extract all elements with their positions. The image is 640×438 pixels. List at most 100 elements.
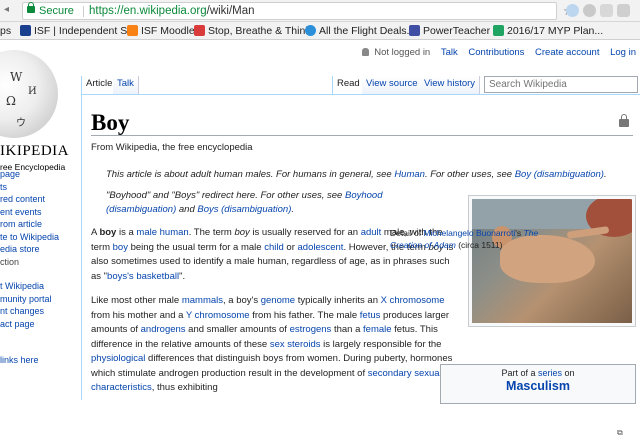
inline-link[interactable]: child [264, 242, 284, 253]
inline-link[interactable]: physiological [91, 353, 145, 364]
bookmark-item[interactable]: ps [0, 25, 11, 37]
bookmark-item[interactable]: PowerTeacher [409, 25, 490, 37]
site-subtitle: From Wikipedia, the free encyclopedia [91, 142, 253, 153]
series-link[interactable]: series [538, 368, 562, 378]
inline-link[interactable]: female [363, 324, 392, 335]
infobox-image: ⧉ [468, 195, 636, 437]
inline-link[interactable]: androgens [141, 324, 186, 335]
text-run: or [283, 241, 298, 253]
bold-term: boy [99, 227, 117, 238]
contributions-link[interactable]: Contributions [468, 47, 524, 58]
lock-icon [27, 2, 35, 13]
sidebar-item-contact-page[interactable]: act page [0, 319, 35, 329]
inline-link[interactable]: Y chromosome [186, 310, 250, 321]
hatnote-link[interactable]: Boys (disambiguation) [197, 204, 291, 215]
masculism-link[interactable]: Masculism [506, 379, 570, 393]
inline-link[interactable]: mammals [182, 295, 223, 306]
bookmarks-bar: ps ISF | Independent S... ISF Moodle Sto… [0, 22, 640, 40]
inline-link[interactable]: fetus [360, 310, 381, 321]
text-run: and smaller amounts of [185, 324, 290, 335]
inline-link[interactable]: human [160, 227, 189, 238]
tab-view-source[interactable]: View source [362, 76, 423, 94]
hatnote-link[interactable]: Boy (disambiguation) [515, 169, 604, 180]
inline-link[interactable]: sex steroids [270, 339, 321, 350]
sidebar-heading-interaction: ction [0, 256, 20, 267]
log-in-link[interactable]: Log in [610, 47, 636, 58]
url-text[interactable]: https://en.wikipedia.org/wiki/Man [89, 5, 255, 17]
text-run: than a [331, 324, 364, 335]
sidebar-item-donate[interactable]: te to Wikipedia [0, 232, 59, 242]
protection-lock-icon[interactable] [619, 114, 629, 127]
text-run: is usually reserved for an [249, 227, 361, 238]
inline-link[interactable]: boys's basketball [107, 271, 179, 282]
omnibox[interactable]: Secure https://en.wikipedia.org/wiki/Man… [22, 2, 574, 20]
page-title: Boy [91, 110, 130, 135]
enlarge-icon[interactable]: ⧉ [617, 428, 623, 438]
hatnote-link[interactable]: Human [394, 169, 425, 180]
hatnote-1: This article is about adult human males.… [106, 169, 607, 180]
inline-link[interactable]: boy [113, 242, 128, 253]
flight-icon [305, 25, 316, 36]
inline-link[interactable]: X chromosome [381, 295, 445, 306]
sidebar-item-what-links-here[interactable]: links here [0, 355, 39, 365]
tab-talk[interactable]: Talk [113, 76, 139, 94]
body-paragraph: Like most other male mammals, a boy's ge… [91, 294, 456, 396]
sheets-icon [493, 25, 504, 36]
sidebar-item-recent-changes[interactable]: nt changes [0, 306, 44, 316]
article-content: Boy From Wikipedia, the free encyclopedi… [81, 94, 640, 437]
menu-extension-icon[interactable] [617, 4, 630, 17]
url-path: /wiki/Man [206, 5, 255, 17]
tab-article[interactable]: Article [81, 76, 118, 94]
user-icon [361, 48, 369, 56]
creation-of-adam-painting[interactable] [472, 199, 632, 323]
title-divider [91, 135, 633, 136]
create-account-link[interactable]: Create account [535, 47, 599, 58]
tab-read[interactable]: Read [332, 76, 365, 94]
inline-link[interactable]: genome [261, 295, 295, 306]
secure-label: Secure [39, 5, 74, 17]
skype-extension-icon[interactable] [566, 4, 579, 17]
text-run: from his mother and a [91, 309, 186, 321]
school-icon [20, 25, 31, 36]
translate-extension-icon[interactable] [600, 4, 613, 17]
sidebar-navigation: page ts red content ent events rom artic… [0, 168, 80, 367]
inline-link[interactable]: adolescent [298, 242, 344, 253]
caption-link[interactable]: Michelangelo Buonarroti [424, 228, 516, 238]
meditation-icon [194, 25, 205, 36]
bookmark-item[interactable]: ISF Moodle [127, 25, 195, 37]
omnibox-separator [83, 6, 84, 17]
sidebar-item-current-events[interactable]: ent events [0, 207, 42, 217]
text-run: , a boy's [223, 295, 261, 306]
talk-link[interactable]: Talk [441, 47, 458, 58]
back-icon[interactable]: ◂ [4, 4, 9, 15]
circle-extension-icon[interactable] [583, 4, 596, 17]
sidebar-item-help[interactable]: t Wikipedia [0, 281, 44, 291]
text-run: typically inherits an [295, 295, 381, 306]
personal-tools: Not logged in Talk Contributions Create … [361, 47, 636, 58]
inline-link[interactable]: adult [361, 227, 382, 238]
text-run: ". [179, 270, 186, 282]
sidebar-item-random-article[interactable]: rom article [0, 219, 42, 229]
wikipedia-logo[interactable]: W Ω И ウ IKIPEDIA ree Encyclopedia [0, 44, 80, 172]
inline-link[interactable]: estrogens [290, 324, 332, 335]
bookmark-item[interactable]: ISF | Independent S... [20, 25, 136, 37]
sidebar-item-store[interactable]: edia store [0, 244, 40, 254]
text-run: is a [116, 227, 137, 238]
moodle-icon [127, 25, 138, 36]
text-run: , thus exhibiting [151, 382, 218, 393]
search-input[interactable] [484, 76, 638, 93]
not-logged-in-label: Not logged in [374, 47, 431, 58]
tab-view-history[interactable]: View history [420, 76, 481, 94]
sidebar-item-community-portal[interactable]: munity portal [0, 294, 52, 304]
text-run: from his father. The male [249, 309, 360, 321]
inline-link[interactable]: male [136, 227, 157, 238]
sidebar-item-featured-content[interactable]: red content [0, 194, 45, 204]
bookmark-item[interactable]: 2016/17 MYP Plan... [493, 25, 603, 37]
sidebar-item-main-page[interactable]: page [0, 169, 20, 179]
address-bar-area: ◂ Secure https://en.wikipedia.org/wiki/M… [0, 0, 640, 22]
bookmark-item[interactable]: Stop, Breathe & Think [194, 25, 311, 37]
url-host: https://en.wikipedia.org [89, 5, 207, 17]
bookmark-item[interactable]: All the Flight Deals... [305, 25, 415, 37]
sidebar-item-contents[interactable]: ts [0, 182, 7, 192]
text-run: being the usual term for a male [127, 241, 265, 253]
